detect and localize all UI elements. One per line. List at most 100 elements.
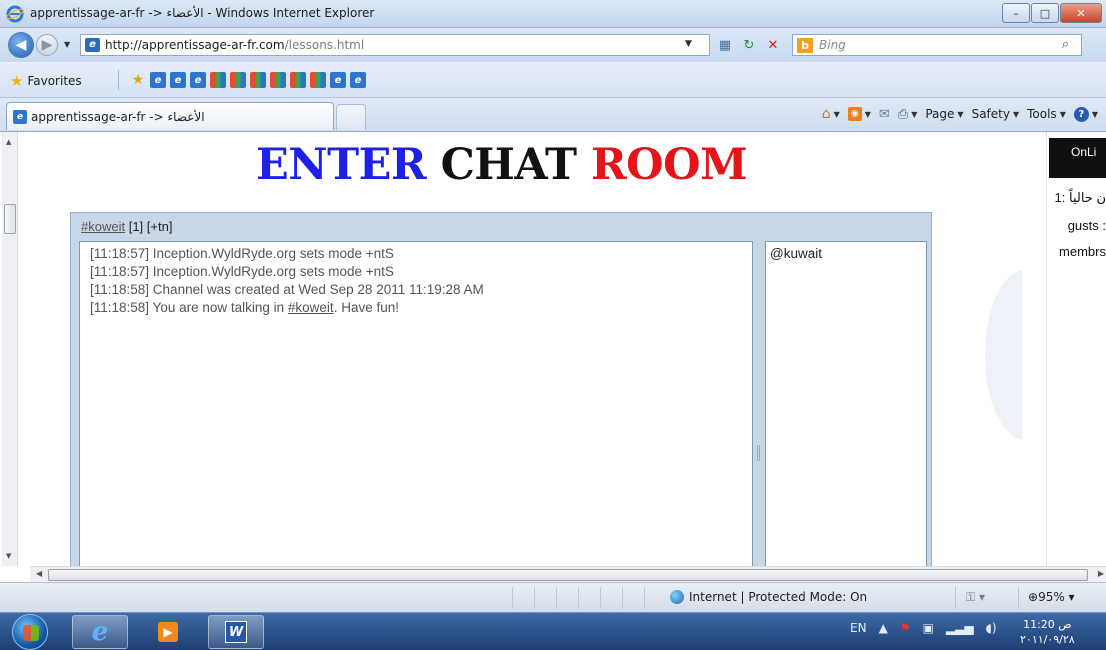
media-player-icon: ▶	[158, 622, 178, 642]
favorite-link-ie-icon[interactable]: e	[150, 72, 166, 88]
minimize-button[interactable]: –	[1002, 3, 1030, 23]
divider	[1018, 587, 1019, 609]
online-count: ن حالياً :1	[1054, 190, 1106, 205]
printer-icon: ⎙	[897, 106, 909, 122]
taskbar-internet-explorer[interactable]: e	[72, 615, 128, 649]
favorite-link-google-icon[interactable]	[210, 72, 226, 88]
online-panel: OnLi ن حالياً :1 gusts : membrs	[1046, 132, 1106, 566]
status-cell	[534, 587, 556, 609]
add-favorite-icon[interactable]: ★	[130, 72, 146, 88]
url-text[interactable]: http://apprentissage-ar-fr.com/lessons.h…	[105, 38, 364, 52]
favorite-link-ie-icon[interactable]: e	[330, 72, 346, 88]
search-placeholder: Bing	[819, 38, 846, 52]
tab-page-icon: e	[13, 110, 27, 124]
favorite-link-ie-icon[interactable]: e	[190, 72, 206, 88]
ie-window: apprentissage-ar-fr -> الأعضاء - Windows…	[0, 0, 1106, 650]
taskbar-media-player[interactable]: ▶	[140, 615, 196, 649]
search-box[interactable]: b Bing ⌕	[792, 34, 1082, 56]
zoom-level: 95%	[1038, 590, 1065, 604]
zone-label: Internet | Protected Mode: On	[689, 590, 868, 604]
compatibility-view-icon[interactable]: ▦	[716, 36, 734, 54]
word-icon: W	[225, 621, 247, 643]
signal-icon[interactable]: ▂▃▅	[946, 621, 974, 635]
ie-icon: e	[91, 617, 109, 647]
address-bar[interactable]: e http://apprentissage-ar-fr.com/lessons…	[80, 34, 710, 56]
page-icon: e	[85, 38, 100, 52]
home-button[interactable]: ⌂ ▼	[822, 106, 840, 122]
start-button[interactable]	[12, 614, 48, 650]
action-center-icon[interactable]: ⚑	[900, 621, 911, 635]
scroll-left-icon[interactable]: ◀	[36, 569, 42, 578]
tab-bar: e apprentissage-ar-fr -> الأعضاء ⌂ ▼ ◉ ▼ ✉…	[0, 98, 1106, 132]
horizontal-scrollbar[interactable]: ◀ ▶	[30, 566, 1106, 582]
back-button[interactable]: ◀	[8, 32, 34, 58]
message-pane[interactable]: [11:18:57] Inception.WyldRyde.org sets m…	[79, 241, 753, 573]
favorite-link-google-icon[interactable]	[310, 72, 326, 88]
favorite-link-ie-icon[interactable]: e	[170, 72, 186, 88]
security-zone[interactable]: Internet | Protected Mode: On	[670, 590, 867, 604]
user-item[interactable]: @kuwait	[770, 246, 822, 261]
security-button[interactable]: ⚿ ▾	[966, 590, 985, 605]
language-indicator[interactable]: EN	[850, 621, 867, 635]
maximize-button[interactable]: □	[1031, 3, 1059, 23]
print-button[interactable]: ⎙ ▼	[898, 107, 918, 122]
channel-link-inline[interactable]: #koweit	[288, 300, 334, 315]
close-button[interactable]: ✕	[1060, 3, 1102, 23]
refresh-icon[interactable]: ↻	[740, 36, 758, 54]
title-word-room: ROOM	[590, 140, 748, 190]
search-icon[interactable]: ⌕	[1062, 37, 1069, 52]
new-tab-button[interactable]	[336, 104, 366, 130]
safety-menu[interactable]: Safety ▼	[972, 107, 1020, 121]
favorite-link-google-icon[interactable]	[230, 72, 246, 88]
scroll-down-icon[interactable]: ▼	[6, 552, 11, 560]
pane-splitter[interactable]	[757, 445, 760, 461]
star-icon: ★	[10, 72, 24, 90]
favorite-link-google-icon[interactable]	[270, 72, 286, 88]
stop-icon[interactable]: ✕	[764, 36, 782, 54]
favorites-button[interactable]: ★ Favorites	[10, 70, 82, 92]
taskbar-word[interactable]: W	[208, 615, 264, 649]
forward-button[interactable]: ▶	[36, 34, 58, 56]
favorites-label: Favorites	[27, 74, 82, 88]
feeds-button[interactable]: ◉ ▼	[847, 107, 871, 121]
favorite-link-google-icon[interactable]	[290, 72, 306, 88]
channel-modes: [1] [+tn]	[128, 219, 173, 234]
title-word-chat: CHAT	[440, 140, 577, 190]
scroll-thumb-horizontal[interactable]	[48, 569, 1088, 581]
tools-menu[interactable]: Tools ▼	[1027, 107, 1066, 121]
scroll-up-icon[interactable]: ▲	[6, 138, 11, 146]
page-title: ENTER CHAT ROOM	[256, 140, 748, 190]
favorite-link-google-icon[interactable]	[250, 72, 266, 88]
chat-message: [11:18:57] Inception.WyldRyde.org sets m…	[90, 264, 394, 279]
chat-header: #koweit [1] [+tn]	[81, 219, 172, 234]
vertical-scrollbar[interactable]: ▲ ▼	[2, 132, 18, 566]
scroll-right-icon[interactable]: ▶	[1098, 569, 1104, 578]
clock[interactable]: 11:20 ص ٢٠١١/٠٩/٢٨	[1020, 617, 1075, 647]
windows-taskbar: e ▶ W EN ▲ ⚑ ▣ ▂▃▅ ◖) 11:20 ص ٢٠١١/٠٩/٢٨	[0, 612, 1106, 650]
title-word-enter: ENTER	[256, 140, 427, 190]
read-mail-button[interactable]: ✉	[879, 107, 890, 122]
show-hidden-icons-icon[interactable]: ▲	[879, 621, 888, 635]
mail-icon: ✉	[878, 106, 890, 122]
status-cell	[644, 587, 666, 609]
channel-link[interactable]: #koweit	[81, 219, 125, 234]
page-menu[interactable]: Page ▼	[925, 107, 963, 121]
zoom-button[interactable]: ⊕95% ▾	[1028, 590, 1075, 604]
online-header: OnLi	[1049, 138, 1106, 178]
title-bar: apprentissage-ar-fr -> الأعضاء - Windows…	[0, 0, 1106, 28]
status-cell	[556, 587, 578, 609]
help-button[interactable]: ? ▼	[1073, 106, 1098, 122]
recent-pages-dropdown[interactable]: ▼	[64, 40, 70, 49]
address-dropdown-icon[interactable]: ▼	[685, 39, 692, 49]
network-icon[interactable]: ▣	[923, 621, 934, 635]
scroll-thumb[interactable]	[4, 204, 16, 234]
ie-logo-icon	[6, 5, 24, 23]
message-list: [11:18:57] Inception.WyldRyde.org sets m…	[80, 245, 484, 317]
tab-label: apprentissage-ar-fr -> الأعضاء	[31, 110, 205, 124]
clock-time: 11:20 ص	[1023, 618, 1072, 631]
favorite-link-ie-icon[interactable]: e	[350, 72, 366, 88]
chat-message: [11:18:58] Channel was created at Wed Se…	[90, 282, 484, 297]
navigation-bar: ◀ ▶ ▼ e http://apprentissage-ar-fr.com/l…	[0, 28, 1106, 62]
volume-icon[interactable]: ◖)	[986, 621, 997, 635]
tab-current[interactable]: e apprentissage-ar-fr -> الأعضاء	[6, 102, 334, 130]
